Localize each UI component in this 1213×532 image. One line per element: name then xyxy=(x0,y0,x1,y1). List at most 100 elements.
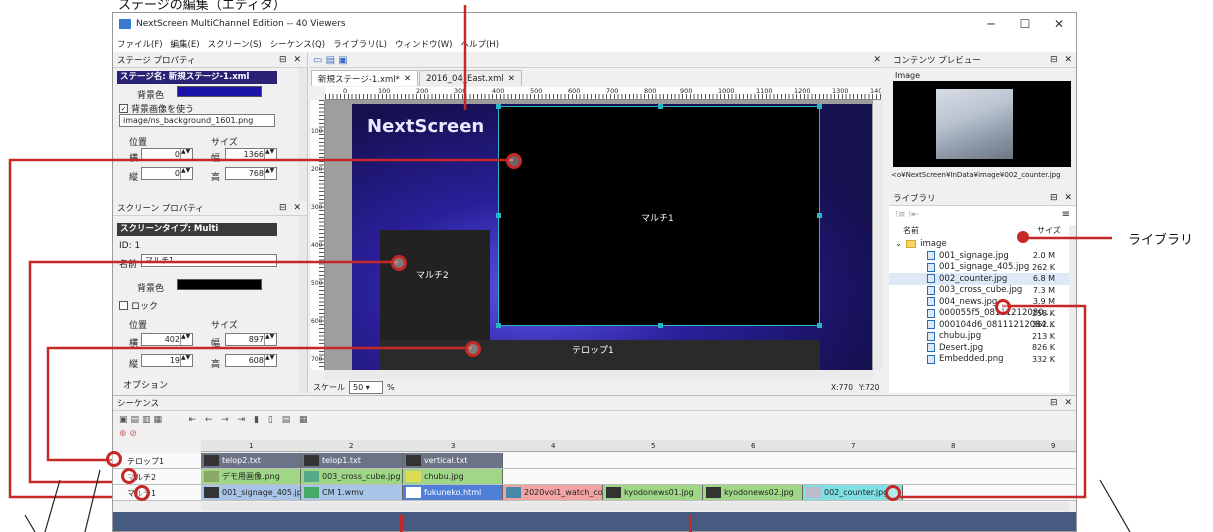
stage-name-banner: ステージ名: 新規ステージ-1.xml xyxy=(117,71,277,84)
app-icon xyxy=(119,19,131,29)
screen-name-field[interactable]: マルチ1 xyxy=(141,254,277,267)
sequence-clip[interactable]: telop2.txt xyxy=(201,453,301,468)
sequence-clip[interactable]: 001_signage_405.jpg xyxy=(201,485,301,500)
editor-tab-strip: 新規ステージ-1.xml* ✕ 2016_04_East.xml ✕ xyxy=(311,70,522,86)
menu-window[interactable]: ウィンドウ(W) xyxy=(395,38,453,50)
stage-canvas[interactable]: NextScreen マルチ1 マルチ2 テロップ1 xyxy=(325,100,873,370)
stage-props-scrollbar[interactable] xyxy=(298,68,307,208)
stage-w-label: 幅 xyxy=(211,154,221,164)
bg-image-path-field[interactable]: image/ns_background_1601.png xyxy=(119,114,275,127)
library-scrollbar[interactable] xyxy=(1069,225,1076,393)
sequence-clip[interactable]: kyodonews01.jpg xyxy=(603,485,703,500)
tab-east-stage[interactable]: 2016_04_East.xml ✕ xyxy=(419,70,522,86)
editor-vscrollbar[interactable] xyxy=(873,100,883,370)
library-panel: ライブラリ ⊟ ✕ ⁝≡ ⁝⇤ ≡ 名前 サイズ ⌄ image 001_signa… xyxy=(889,191,1076,393)
vertical-ruler: 100 200 300 400 500 600 700 xyxy=(311,100,325,370)
pane-pin-icon[interactable]: ⊟ ✕ xyxy=(279,203,303,213)
menu-screen[interactable]: スクリーン(S) xyxy=(208,38,262,50)
menu-file[interactable]: ファイル(F) xyxy=(117,38,163,50)
library-folder[interactable]: ⌄ image xyxy=(889,238,1069,250)
list-item[interactable]: 001_signage.jpg 2.0 M xyxy=(889,250,1069,262)
menu-help[interactable]: ヘルプ(H) xyxy=(460,38,499,50)
callout-marker xyxy=(995,299,1011,315)
pane-pin-icon[interactable]: ⊟ ✕ xyxy=(1050,193,1074,203)
screen-w-field[interactable]: 897 ▲▼ xyxy=(225,333,277,346)
pane-pin-icon[interactable]: ⊟ ✕ xyxy=(279,55,303,65)
screen-props-scrollbar[interactable] xyxy=(298,216,307,393)
close-button[interactable]: ✕ xyxy=(1042,17,1076,31)
sequence-clip[interactable]: 003_cross_cube.jpg xyxy=(301,469,403,484)
status-bar xyxy=(113,512,1076,531)
menu-library[interactable]: ライブラリ(L) xyxy=(333,38,387,50)
stage-properties-panel: ステージ プロパティ ⊟ ✕ ステージ名: 新規ステージ-1.xml 背景色 ✓ … xyxy=(113,53,308,208)
callout-marker xyxy=(134,485,150,501)
tab-new-stage[interactable]: 新規ステージ-1.xml* ✕ xyxy=(311,70,419,86)
lock-checkbox[interactable] xyxy=(119,301,128,310)
editor-toolbar-icons[interactable]: ▭ ▤ ▣ xyxy=(313,55,348,66)
library-menu-icon[interactable]: ≡ xyxy=(1062,209,1070,220)
sequence-clip[interactable]: telop1.txt xyxy=(301,453,403,468)
menu-sequence[interactable]: シーケンス(Q) xyxy=(270,38,325,50)
menu-edit[interactable]: 編集(E) xyxy=(171,38,200,50)
preview-title: コンテンツ プレビュー xyxy=(893,56,981,66)
preview-path: <o¥NextScreen¥InData¥image¥002_counter.j… xyxy=(891,171,1061,179)
screen-name-label: 名前 xyxy=(119,260,138,270)
bg-color-swatch[interactable] xyxy=(177,86,262,97)
sequence-clip[interactable]: vertical.txt xyxy=(403,453,503,468)
coord-x: X:770 xyxy=(831,383,853,392)
sequence-clip[interactable]: kyodonews02.jpg xyxy=(703,485,803,500)
screen-type-banner: スクリーンタイプ: Multi xyxy=(117,223,277,236)
sequence-clip[interactable]: chubu.jpg xyxy=(403,469,503,484)
sequence-clip[interactable]: fukuneko.html xyxy=(403,485,503,500)
stage-h-field[interactable]: 768 ▲▼ xyxy=(225,167,277,180)
editor-hscrollbar[interactable] xyxy=(325,370,873,379)
image-file-icon xyxy=(927,354,935,364)
zoom-control: スケール 50 ▾ % xyxy=(313,381,395,394)
library-toolbar-icons[interactable]: ⁝≡ ⁝⇤ xyxy=(895,210,919,220)
row-label: テロップ1 xyxy=(127,457,165,466)
list-item[interactable]: 000055f5_08111212080... 258 K xyxy=(889,308,1069,320)
stage-x-field[interactable]: 0 ▲▼ xyxy=(141,148,193,161)
list-item[interactable]: 002_counter.jpg 6.8 M xyxy=(889,273,1069,285)
editor-close-icon[interactable]: ✕ xyxy=(873,55,883,65)
pane-pin-icon[interactable]: ⊟ ✕ xyxy=(1050,398,1074,408)
screen-y-field[interactable]: 19 ▲▼ xyxy=(141,354,193,367)
minimize-button[interactable]: ─ xyxy=(974,17,1008,31)
image-file-icon xyxy=(927,262,935,272)
stage-w-field[interactable]: 1366 ▲▼ xyxy=(225,148,277,161)
sequence-toolbar[interactable]: ▣▤▥▦ ⇤ ← → ⇥ ▮ ▯ ▤ ▦ xyxy=(119,415,311,425)
sequence-clip[interactable]: 2020vol1_watch_colk xyxy=(503,485,603,500)
sequence-clip[interactable]: CM 1.wmv xyxy=(301,485,403,500)
sequence-hscrollbar[interactable] xyxy=(201,502,1069,511)
pane-pin-icon[interactable]: ⊟ ✕ xyxy=(1050,55,1074,65)
library-tree: ⌄ image 001_signage.jpg 2.0 M 001_signage_… xyxy=(889,238,1069,388)
scale-select[interactable]: 50 ▾ xyxy=(349,381,383,394)
list-item[interactable]: 003_cross_cube.jpg 7.3 M xyxy=(889,285,1069,297)
screen-telop1[interactable]: テロップ1 xyxy=(380,340,820,370)
callout-marker xyxy=(391,255,407,271)
tab-close-icon: ✕ xyxy=(507,73,515,84)
screen-multi2[interactable]: マルチ2 xyxy=(380,230,490,348)
callout-line xyxy=(400,515,403,532)
list-item[interactable]: 001_signage_405.jpg 262 K xyxy=(889,262,1069,274)
list-item[interactable]: Desert.jpg 826 K xyxy=(889,342,1069,354)
sequence-clip[interactable]: デモ用画像.png xyxy=(201,469,301,484)
stage-y-field[interactable]: 0 ▲▼ xyxy=(141,167,193,180)
list-item[interactable]: Embedded.png 332 K xyxy=(889,354,1069,366)
sequence-row-multi2: マルチ2 デモ用画像.png 003_cross_cube.jpg chubu.… xyxy=(113,469,1076,485)
preview-image-area xyxy=(893,81,1071,167)
stage-h-label: 高 xyxy=(211,173,221,183)
lock-label: ロック xyxy=(131,302,159,312)
list-item[interactable]: 004_news.jpg 3.9 M xyxy=(889,296,1069,308)
screen-id: ID: 1 xyxy=(119,241,141,251)
list-item[interactable]: chubu.jpg 213 K xyxy=(889,331,1069,343)
bg-image-checkbox[interactable]: ✓ xyxy=(119,104,128,113)
list-item[interactable]: 000104d6_08111212084... 362 K xyxy=(889,319,1069,331)
screen-x-field[interactable]: 402 ▲▼ xyxy=(141,333,193,346)
maximize-button[interactable]: ☐ xyxy=(1008,17,1042,31)
sequence-add-icon[interactable]: ⊕ ⊘ xyxy=(119,429,137,439)
image-file-icon xyxy=(927,320,935,330)
screen-multi1[interactable]: マルチ1 xyxy=(496,104,822,328)
screen-h-field[interactable]: 608 ▲▼ xyxy=(225,354,277,367)
screen-bg-color-swatch[interactable] xyxy=(177,279,262,290)
